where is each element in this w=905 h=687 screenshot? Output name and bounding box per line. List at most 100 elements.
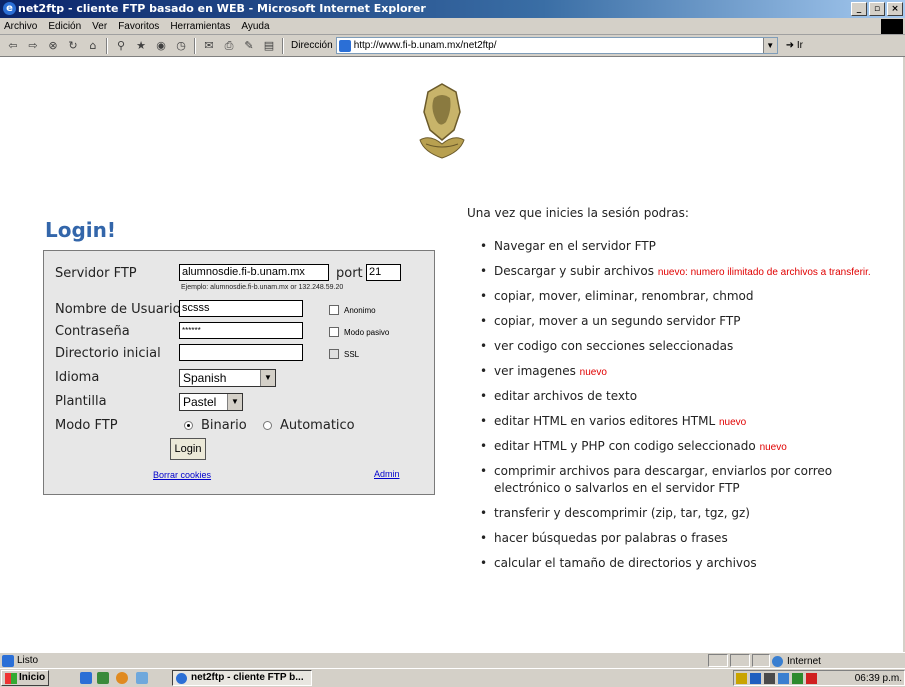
- minimize-button[interactable]: _: [851, 2, 867, 16]
- home-icon[interactable]: ⌂: [86, 39, 100, 53]
- menu-ayuda[interactable]: Ayuda: [241, 21, 269, 32]
- automatic-label: Automatico: [280, 418, 355, 433]
- volume-icon[interactable]: [778, 673, 789, 684]
- initial-dir-input[interactable]: [179, 344, 303, 361]
- address-value: http://www.fi-b.unam.mx/net2ftp/: [353, 40, 497, 51]
- menu-ver[interactable]: Ver: [92, 21, 107, 32]
- features-intro: Una vez que inicies la sesión podras:: [467, 206, 689, 220]
- display-icon[interactable]: [764, 673, 775, 684]
- skin-value: Pastel: [183, 395, 217, 409]
- start-label: Inicio: [19, 672, 46, 683]
- passive-mode-label: Modo pasivo: [344, 327, 390, 337]
- toolbar-separator: [106, 37, 108, 54]
- globe-icon: [772, 656, 783, 667]
- antivirus-icon[interactable]: [792, 673, 803, 684]
- ie-icon: e: [3, 2, 16, 15]
- page-icon: [338, 39, 351, 52]
- features-list: Navegar en el servidor FTP Descargar y s…: [480, 238, 900, 580]
- address-bar[interactable]: http://www.fi-b.unam.mx/net2ftp/ ▼: [335, 37, 778, 54]
- taskbar: Inicio net2ftp - cliente FTP b... 06:39 …: [0, 668, 905, 687]
- discuss-icon[interactable]: ▤: [262, 39, 276, 53]
- ssl-checkbox[interactable]: SSL: [329, 349, 359, 359]
- skin-select[interactable]: Pastel ▼: [179, 393, 243, 411]
- network-icon[interactable]: [736, 673, 747, 684]
- address-label: Dirección: [291, 40, 333, 51]
- toolbar-separator: [282, 37, 284, 54]
- start-button[interactable]: Inicio: [1, 670, 50, 686]
- menu-favoritos[interactable]: Favoritos: [118, 21, 159, 32]
- stop-icon[interactable]: ⊗: [46, 39, 60, 53]
- checkbox-box: [329, 327, 339, 337]
- clear-cookies-link[interactable]: Borrar cookies: [153, 470, 211, 480]
- refresh-icon[interactable]: ↻: [66, 39, 80, 53]
- status-bar: Listo Internet: [0, 652, 905, 668]
- mail-icon[interactable]: ✉: [202, 39, 216, 53]
- status-cell: [708, 654, 728, 667]
- list-item: transferir y descomprimir (zip, tar, tgz…: [480, 505, 900, 523]
- tray-app-icon[interactable]: [750, 673, 761, 684]
- status-text: Listo: [17, 655, 39, 666]
- unam-logo: [419, 83, 465, 159]
- menu-edicion[interactable]: Edición: [48, 21, 81, 32]
- list-item: Navegar en el servidor FTP: [480, 238, 900, 256]
- desktop-quicklaunch-icon[interactable]: [97, 672, 109, 684]
- binary-label: Binario: [201, 418, 247, 433]
- language-select[interactable]: Spanish ▼: [179, 369, 276, 387]
- menu-archivo[interactable]: Archivo: [4, 21, 37, 32]
- list-item: copiar, mover, eliminar, renombrar, chmo…: [480, 288, 900, 306]
- window-title-bar[interactable]: e net2ftp - cliente FTP basado en WEB - …: [0, 0, 905, 18]
- port-input[interactable]: 21: [366, 264, 401, 281]
- automatic-radio[interactable]: Automatico: [263, 418, 355, 433]
- ssl-label: SSL: [344, 349, 360, 359]
- anonymous-label: Anonimo: [344, 305, 376, 315]
- language-value: Spanish: [183, 371, 227, 385]
- username-input[interactable]: scsss: [179, 300, 303, 317]
- search-icon[interactable]: ⚲: [114, 39, 128, 53]
- media-quicklaunch-icon[interactable]: [116, 672, 128, 684]
- security-icon[interactable]: [806, 673, 817, 684]
- favorites-icon[interactable]: ★: [134, 39, 148, 53]
- close-button[interactable]: ×: [887, 2, 903, 16]
- server-label: Servidor FTP: [55, 266, 137, 281]
- radio-dot: [184, 421, 193, 430]
- server-hint: Ejemplo: alumnosdie.fi-b.unam.mx or 132.…: [181, 284, 344, 291]
- language-label: Idioma: [55, 370, 100, 385]
- windows-logo-icon: [881, 19, 903, 34]
- outlook-quicklaunch-icon[interactable]: [136, 672, 148, 684]
- list-item: editar HTML y PHP con codigo seleccionad…: [480, 438, 900, 456]
- forward-icon[interactable]: ⇨: [26, 39, 40, 53]
- maximize-button[interactable]: ▫: [869, 2, 885, 16]
- binary-radio[interactable]: Binario: [184, 418, 247, 433]
- anonymous-checkbox[interactable]: Anonimo: [329, 305, 376, 315]
- password-input[interactable]: ******: [179, 322, 303, 339]
- zone-label: Internet: [787, 656, 821, 667]
- passive-mode-checkbox[interactable]: Modo pasivo: [329, 327, 389, 337]
- checkbox-box: [329, 349, 339, 359]
- menu-herramientas[interactable]: Herramientas: [170, 21, 230, 32]
- list-item: comprimir archivos para descargar, envia…: [480, 463, 900, 498]
- list-item: calcular el tamaño de directorios y arch…: [480, 555, 900, 573]
- address-dropdown-icon[interactable]: ▼: [762, 38, 777, 53]
- print-icon[interactable]: ⎙: [222, 39, 236, 53]
- chevron-down-icon: ▼: [260, 370, 275, 386]
- admin-link[interactable]: Admin: [374, 469, 400, 479]
- media-icon[interactable]: ◉: [154, 39, 168, 53]
- menu-bar: Archivo Edición Ver Favoritos Herramient…: [0, 18, 905, 35]
- ie-quicklaunch-icon[interactable]: [80, 672, 92, 684]
- window-title: net2ftp - cliente FTP basado en WEB - Mi…: [18, 2, 426, 15]
- taskbar-task-ie[interactable]: net2ftp - cliente FTP b...: [172, 670, 312, 686]
- ie-icon: [176, 673, 187, 684]
- login-button[interactable]: Login: [170, 438, 206, 460]
- initial-dir-label: Directorio inicial: [55, 346, 161, 361]
- password-label: Contraseña: [55, 324, 130, 339]
- page-icon: [2, 654, 14, 667]
- back-icon[interactable]: ⇦: [6, 39, 20, 53]
- status-cell: [752, 654, 770, 667]
- list-item: copiar, mover a un segundo servidor FTP: [480, 313, 900, 331]
- ftp-mode-label: Modo FTP: [55, 418, 118, 433]
- edit-icon[interactable]: ✎: [242, 39, 256, 53]
- history-icon[interactable]: ◷: [174, 39, 188, 53]
- go-button[interactable]: ➜ Ir: [786, 40, 803, 51]
- server-input[interactable]: alumnosdie.fi-b.unam.mx: [179, 264, 329, 281]
- status-cell: [730, 654, 750, 667]
